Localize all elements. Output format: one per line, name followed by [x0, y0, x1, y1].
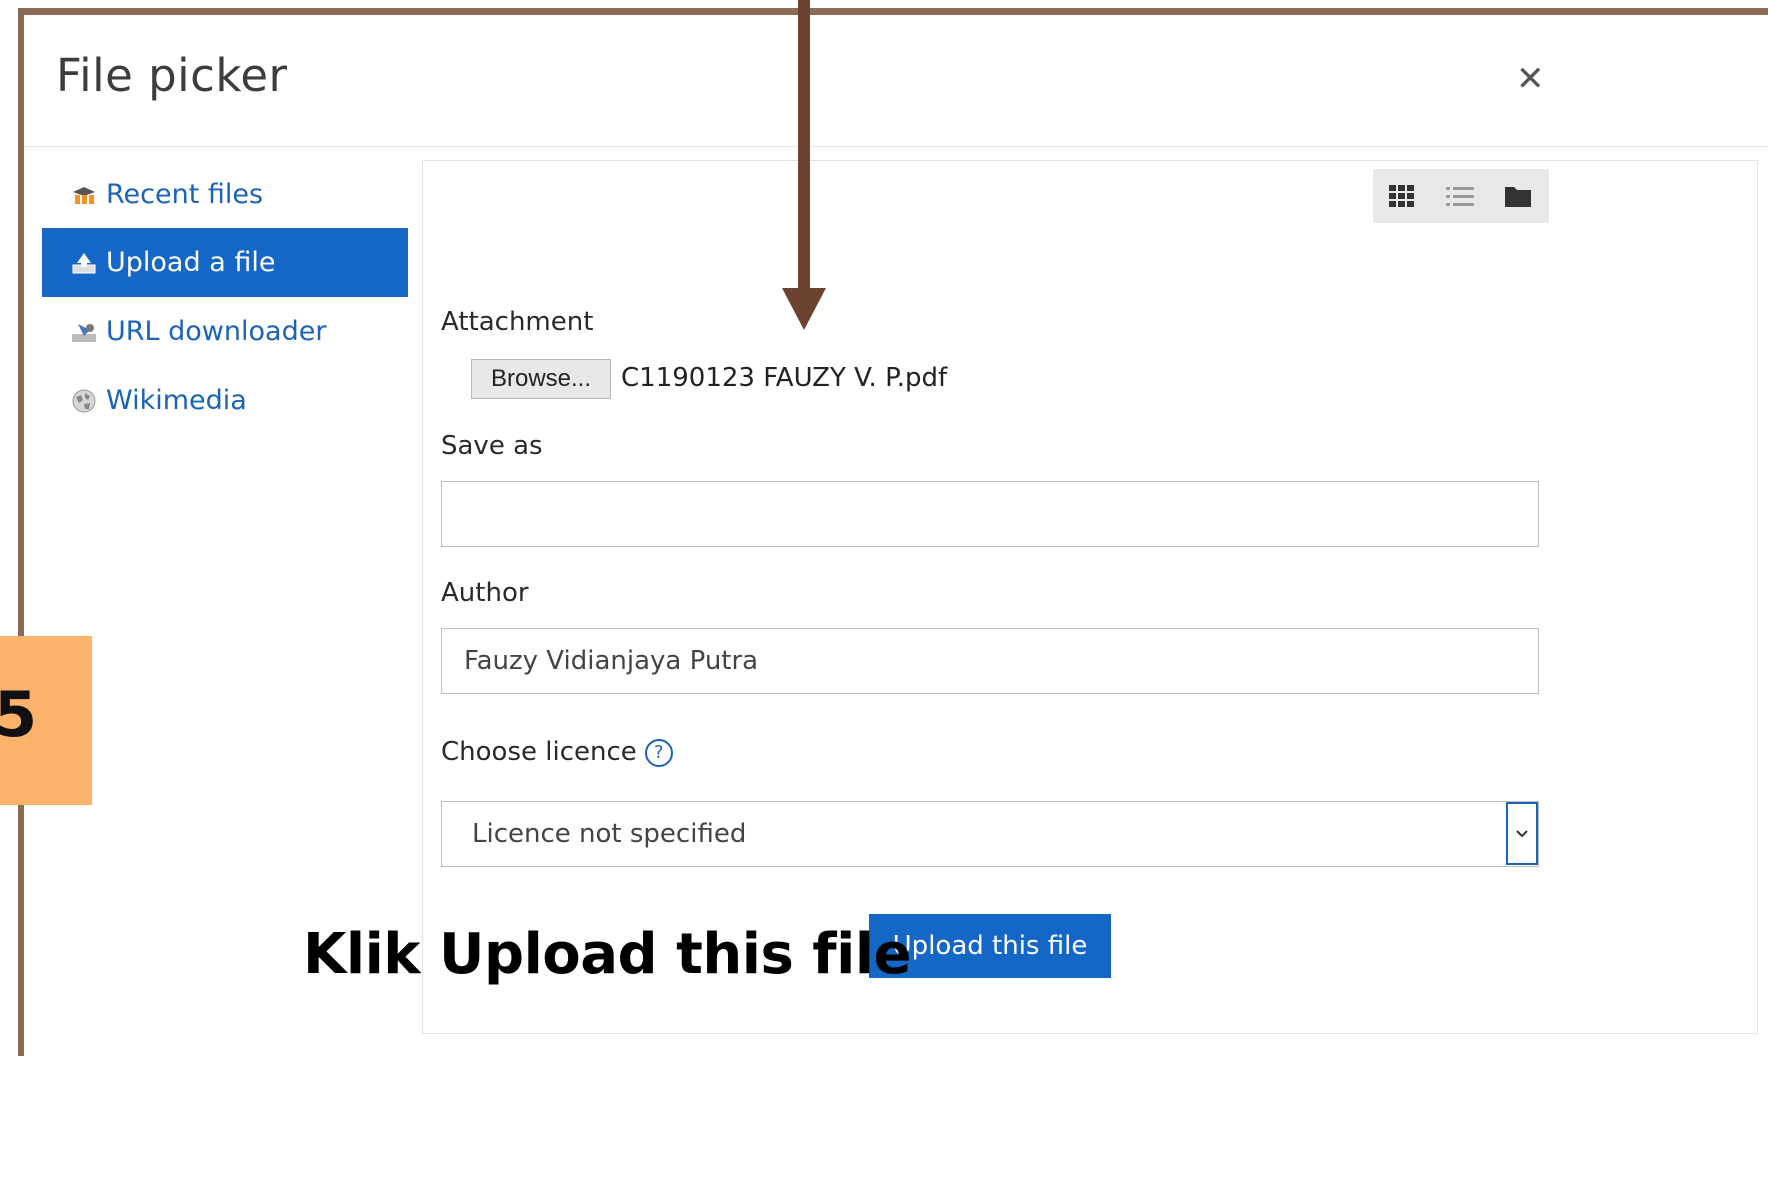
dialog-title: File picker [56, 49, 288, 102]
close-icon[interactable]: ✕ [1516, 59, 1545, 99]
screenshot-stage: File picker ✕ Recent files Upload a file… [0, 0, 1768, 1185]
licence-select[interactable]: Licence not specified [441, 801, 1539, 867]
step-number: 5 [0, 678, 38, 751]
save-as-label: Save as [441, 431, 543, 461]
wikimedia-globe-icon [70, 387, 98, 415]
file-picker-dialog: File picker ✕ Recent files Upload a file… [24, 15, 1768, 1056]
sidebar-item-wikimedia[interactable]: Wikimedia [42, 366, 408, 435]
selected-file-name: C1190123 FAUZY V. P.pdf [621, 363, 948, 393]
grid-view-icon[interactable] [1373, 169, 1431, 223]
choose-licence-label: Choose licence [441, 737, 637, 767]
view-toggle-group [1373, 169, 1549, 223]
sidebar-item-label: URL downloader [106, 316, 327, 347]
list-view-icon[interactable] [1431, 169, 1489, 223]
sidebar-item-label: Upload a file [106, 247, 276, 278]
sidebar-item-label: Wikimedia [106, 385, 247, 416]
licence-label-row: Choose licence? [441, 737, 673, 767]
folder-view-icon[interactable] [1489, 169, 1547, 223]
annotation-arrow [798, 0, 810, 292]
annotation-arrow-head [782, 288, 826, 330]
save-as-input[interactable] [441, 481, 1539, 547]
frame-border-top [20, 8, 1768, 15]
help-icon[interactable]: ? [644, 738, 673, 767]
upload-icon [70, 249, 98, 277]
instruction-caption: Klik Upload this file [303, 922, 912, 987]
attachment-label: Attachment [441, 307, 594, 337]
author-input[interactable]: Fauzy Vidianjaya Putra [441, 628, 1539, 694]
upload-panel: Attachment Browse... C1190123 FAUZY V. P… [422, 160, 1758, 1034]
browse-button[interactable]: Browse... [471, 359, 611, 399]
sidebar-item-upload-a-file[interactable]: Upload a file [42, 228, 408, 297]
url-download-icon [70, 318, 98, 346]
dialog-header: File picker ✕ [24, 15, 1768, 147]
moodle-icon [70, 181, 98, 209]
step-badge: 5 [0, 636, 92, 805]
author-label: Author [441, 578, 529, 608]
sidebar-item-recent-files[interactable]: Recent files [42, 160, 408, 229]
sidebar-item-label: Recent files [106, 179, 264, 210]
sidebar-item-url-downloader[interactable]: URL downloader [42, 297, 408, 366]
chevron-down-icon[interactable] [1506, 802, 1538, 865]
licence-selected-value: Licence not specified [472, 819, 747, 849]
